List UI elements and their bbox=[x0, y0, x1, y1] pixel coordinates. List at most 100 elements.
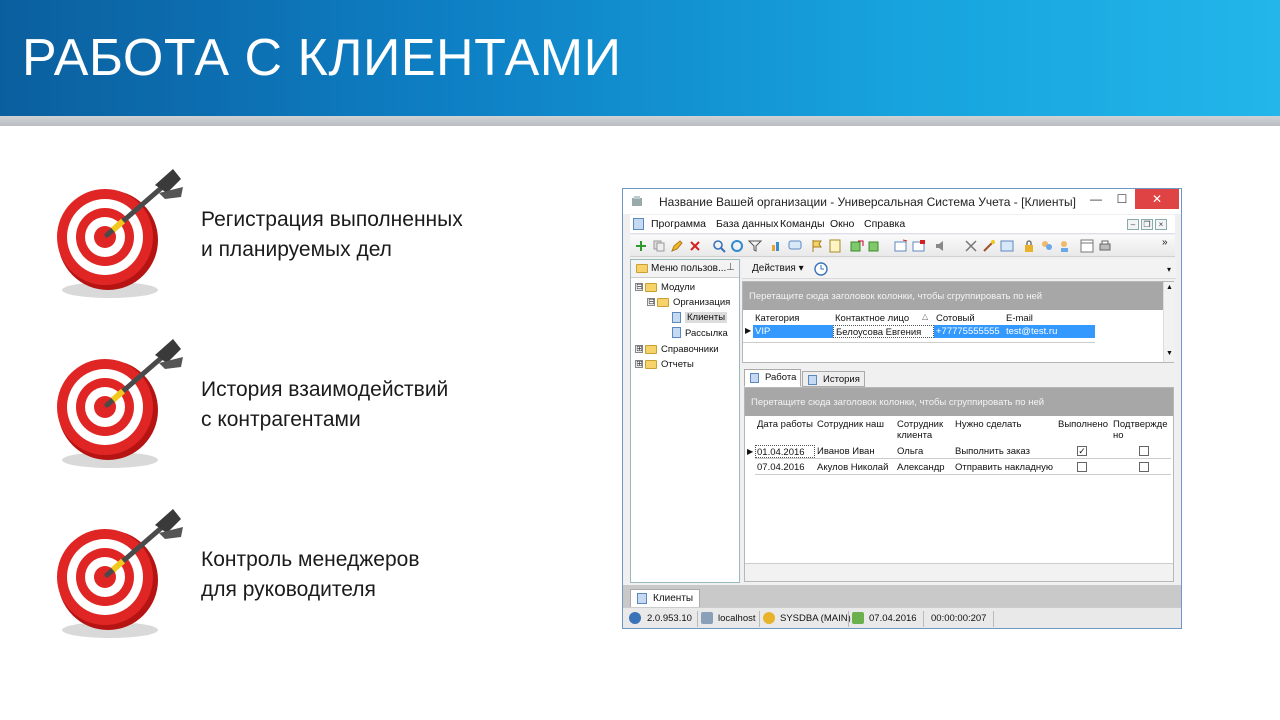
filter-icon[interactable] bbox=[748, 239, 762, 253]
delete-icon[interactable] bbox=[688, 239, 702, 253]
folder-icon bbox=[645, 283, 657, 292]
cell-contact[interactable]: Белоусова Евгения bbox=[833, 325, 934, 338]
folder-icon bbox=[645, 345, 657, 354]
target-dart-icon bbox=[57, 339, 183, 468]
col-header-todo[interactable]: Нужно сделать bbox=[955, 419, 1021, 430]
tab-work[interactable]: Работа bbox=[744, 369, 802, 387]
col-header-client-employee[interactable]: Сотрудник клиента bbox=[897, 419, 943, 441]
maximize-button[interactable]: ☐ bbox=[1109, 189, 1135, 209]
pin-icon[interactable]: ⊥ bbox=[726, 262, 735, 273]
mdi-minimize-icon[interactable]: – bbox=[1127, 219, 1139, 230]
cell-phone[interactable]: +77775555555 bbox=[934, 325, 1004, 338]
bullet-2-line-1: История взаимодействий bbox=[201, 378, 449, 401]
clock-icon[interactable] bbox=[814, 262, 828, 276]
col-header-done[interactable]: Выполнено bbox=[1058, 419, 1108, 430]
refresh-icon[interactable] bbox=[730, 239, 744, 253]
add-icon[interactable] bbox=[634, 239, 648, 253]
cell-date[interactable]: 01.04.2016 bbox=[755, 445, 815, 458]
clients-grid-scrollbar[interactable]: ▲ ▼ bbox=[1163, 282, 1174, 362]
cell-employee[interactable]: Иванов Иван bbox=[817, 445, 875, 458]
edit-icon[interactable] bbox=[670, 239, 684, 253]
confirmed-checkbox[interactable] bbox=[1139, 446, 1149, 456]
cell-client-employee[interactable]: Александр bbox=[897, 461, 945, 474]
search-icon[interactable] bbox=[712, 239, 726, 253]
col-header-employee[interactable]: Сотрудник наш bbox=[817, 419, 884, 430]
table-icon bbox=[750, 373, 759, 383]
print-icon[interactable] bbox=[1098, 239, 1112, 253]
tree-expander[interactable]: ⊟ bbox=[635, 283, 643, 291]
menu-item-help[interactable]: Справка bbox=[864, 218, 905, 230]
flag-icon[interactable] bbox=[810, 239, 824, 253]
lock-icon[interactable] bbox=[1022, 239, 1036, 253]
window-new-icon[interactable] bbox=[894, 239, 908, 253]
tree-item-reports[interactable]: Отчеты bbox=[661, 359, 694, 370]
col-header-contact[interactable]: Контактное лицо bbox=[835, 313, 909, 324]
cell-category[interactable]: VIP bbox=[753, 325, 833, 338]
done-checkbox[interactable] bbox=[1077, 462, 1087, 472]
window-title: Название Вашей организации - Универсальн… bbox=[659, 195, 1076, 209]
user-settings-icon[interactable] bbox=[1058, 239, 1072, 253]
menu-item-commands[interactable]: Команды bbox=[780, 218, 825, 230]
cell-employee[interactable]: Акулов Николай bbox=[817, 461, 888, 474]
tree-expander[interactable]: ⊞ bbox=[635, 345, 643, 353]
chevron-up-icon[interactable]: ▲ bbox=[1166, 284, 1173, 291]
tree-expander[interactable]: ⊟ bbox=[647, 298, 655, 306]
menu-item-window[interactable]: Окно bbox=[830, 218, 854, 230]
chevron-down-icon[interactable]: ▾ bbox=[1167, 265, 1171, 274]
window-close-icon[interactable] bbox=[912, 239, 926, 253]
menu-item-program[interactable]: Программа bbox=[651, 218, 706, 230]
confirmed-checkbox[interactable] bbox=[1139, 462, 1149, 472]
chart-icon[interactable] bbox=[770, 239, 784, 253]
clients-grid: Перетащите сюда заголовок колонки, чтобы… bbox=[742, 281, 1174, 363]
comment-icon[interactable] bbox=[788, 239, 802, 253]
tab-clients-label: Клиенты bbox=[653, 593, 694, 604]
export-icon[interactable] bbox=[850, 239, 864, 253]
mdi-close-icon[interactable]: × bbox=[1155, 219, 1167, 230]
slide: РАБОТА С КЛИЕНТАМИ Регистрация выполненн… bbox=[0, 0, 1280, 720]
document-tabs: Клиенты bbox=[623, 585, 1181, 607]
tab-clients[interactable]: Клиенты bbox=[630, 589, 701, 607]
menu-item-database[interactable]: База данных bbox=[716, 218, 779, 230]
info-icon bbox=[629, 612, 641, 624]
tree-item-clients[interactable]: Клиенты bbox=[685, 312, 728, 323]
layout-icon[interactable] bbox=[1080, 239, 1094, 253]
tree-expander[interactable]: ⊞ bbox=[635, 360, 643, 368]
tree-item-mailing[interactable]: Рассылка bbox=[685, 328, 728, 339]
document-list-icon[interactable] bbox=[828, 239, 842, 253]
tree-item-organization[interactable]: Организация bbox=[673, 297, 730, 308]
cell-client-employee[interactable]: Ольга bbox=[897, 445, 923, 458]
done-checkbox[interactable]: ✓ bbox=[1077, 446, 1087, 456]
col-header-date[interactable]: Дата работы bbox=[757, 419, 813, 430]
picture-icon[interactable] bbox=[1000, 239, 1014, 253]
speaker-icon[interactable] bbox=[934, 239, 948, 253]
chevron-down-icon[interactable]: ▼ bbox=[1166, 350, 1173, 357]
import-icon[interactable] bbox=[868, 239, 882, 253]
tools-icon[interactable] bbox=[964, 239, 978, 253]
table-row[interactable]: 01.04.2016 Иванов Иван Ольга Выполнить з… bbox=[755, 444, 1171, 459]
col-header-client-employee-line-2: клиента bbox=[897, 430, 933, 441]
cell-todo[interactable]: Выполнить заказ bbox=[955, 445, 1030, 458]
col-header-phone[interactable]: Сотовый bbox=[936, 313, 975, 324]
tree-item-directories[interactable]: Справочники bbox=[661, 344, 719, 355]
copy-icon[interactable] bbox=[652, 239, 666, 253]
tab-history[interactable]: История bbox=[802, 371, 865, 387]
col-header-email[interactable]: E-mail bbox=[1006, 313, 1033, 324]
table-row[interactable]: 07.04.2016 Акулов Николай Александр Отпр… bbox=[755, 460, 1171, 475]
bullet-1-text: Регистрация выполненных и планируемых де… bbox=[201, 205, 463, 265]
calendar-icon bbox=[852, 612, 864, 624]
cell-email[interactable]: test@test.ru bbox=[1004, 325, 1095, 338]
cell-todo[interactable]: Отправить накладную bbox=[955, 461, 1053, 474]
close-button[interactable]: ✕ bbox=[1135, 189, 1179, 209]
cell-date[interactable]: 07.04.2016 bbox=[755, 461, 805, 474]
mdi-restore-icon[interactable]: ❐ bbox=[1141, 219, 1153, 230]
users-icon[interactable] bbox=[1040, 239, 1054, 253]
server-icon bbox=[701, 612, 713, 624]
wand-icon[interactable] bbox=[982, 239, 996, 253]
col-header-category[interactable]: Категория bbox=[755, 313, 799, 324]
actions-dropdown[interactable]: Действия ▾ bbox=[752, 263, 804, 274]
table-row[interactable]: VIP Белоусова Евгения +77775555555 test@… bbox=[753, 325, 1095, 339]
col-header-confirmed[interactable]: Подтвержде но bbox=[1113, 419, 1168, 441]
toolbar-overflow-icon[interactable]: » bbox=[1162, 237, 1168, 248]
tree-item-modules[interactable]: Модули bbox=[661, 282, 695, 293]
minimize-button[interactable]: — bbox=[1083, 189, 1109, 209]
